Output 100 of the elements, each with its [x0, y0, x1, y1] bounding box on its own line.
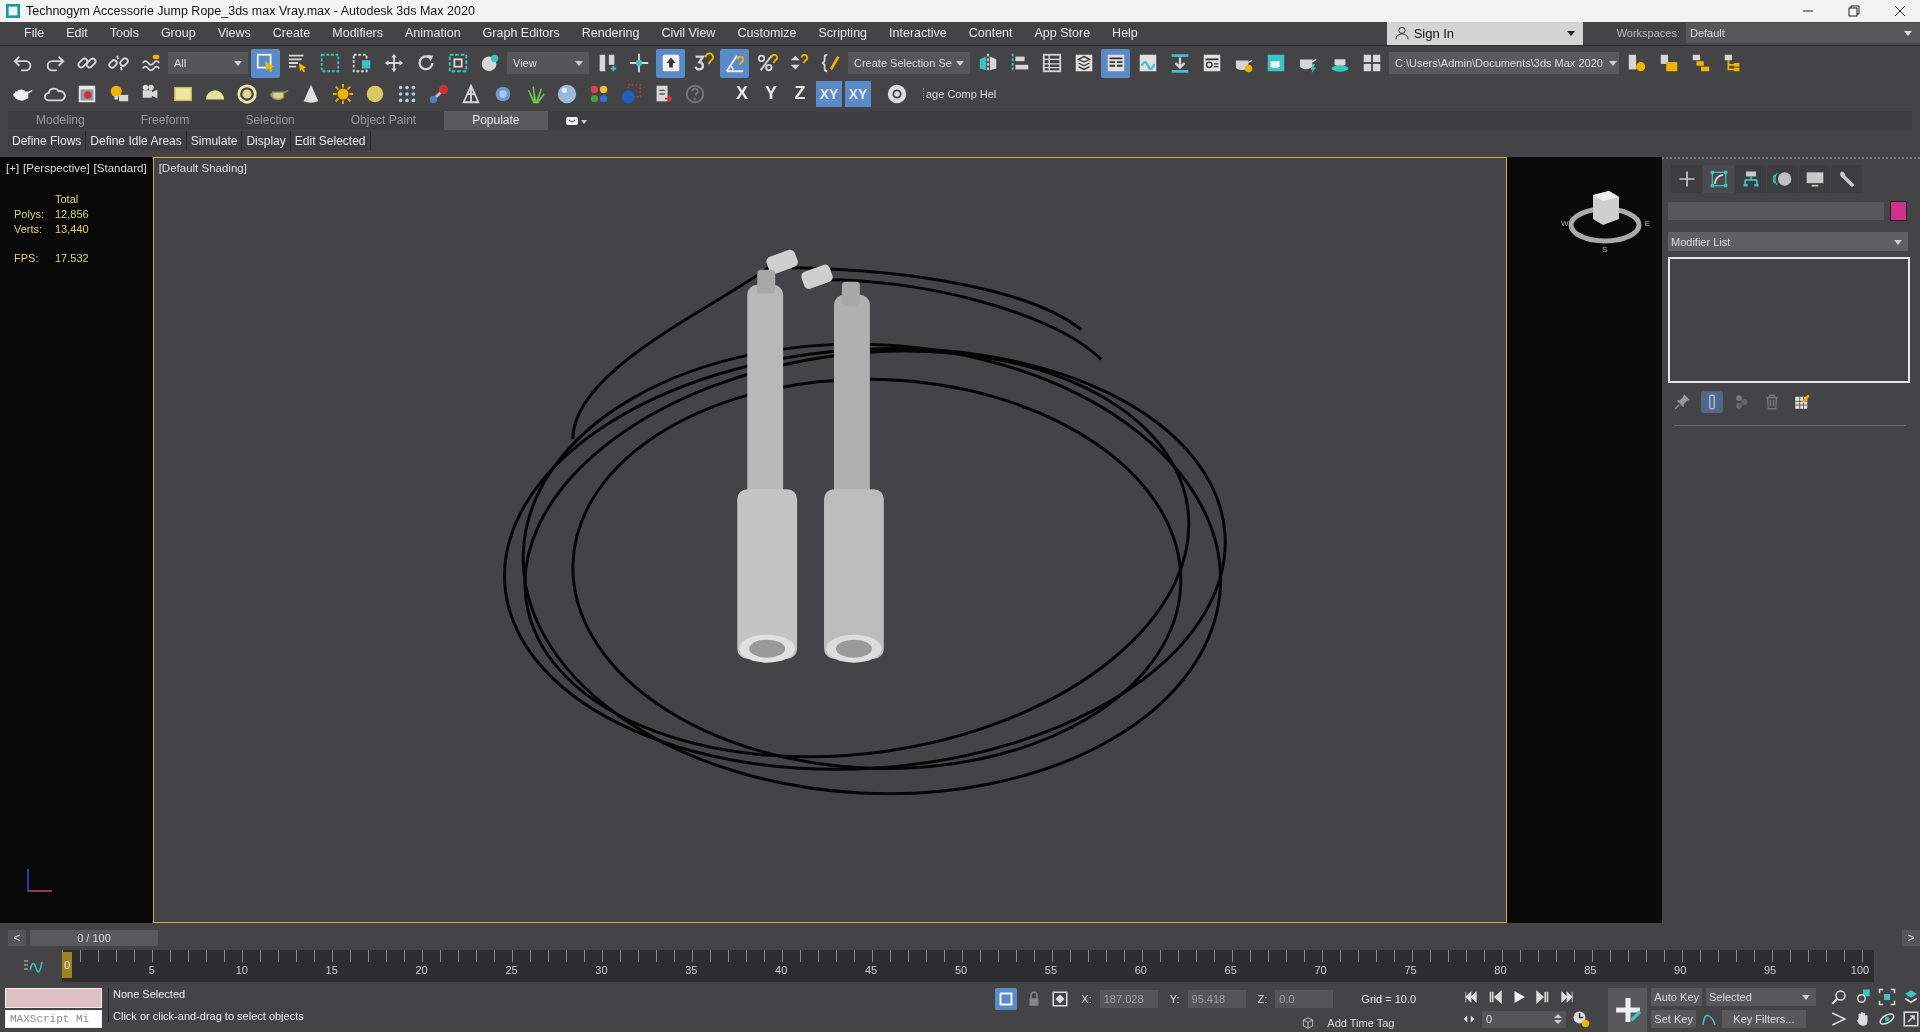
axis-button[interactable]: X: [729, 80, 755, 107]
ribbon-panel-button[interactable]: Define Idle Areas: [86, 131, 187, 152]
coord-label: X:: [1081, 993, 1092, 1005]
menu-item[interactable]: Edit: [55, 26, 99, 41]
window-title: Technogym Accessorie Jump Rope_3ds max Vray.max - Autodesk 3ds Max 2020: [26, 3, 475, 18]
previous-frame-button[interactable]: <: [8, 929, 26, 946]
menu-item[interactable]: Content: [957, 26, 1024, 41]
current-frame-marker: 0: [62, 952, 73, 978]
ribbon-tab[interactable]: Freeform: [112, 111, 218, 131]
ruler-label: 70: [1314, 964, 1327, 976]
key-mode-dropdown[interactable]: Selected: [1706, 988, 1816, 1006]
ruler-label: 85: [1584, 964, 1597, 976]
ruler-label: 95: [1763, 964, 1777, 976]
dropdown-value: All: [174, 57, 187, 70]
coord-dropdown[interactable]: View: [507, 52, 589, 75]
ruler-label: 15: [325, 964, 338, 976]
stats-header: Total: [55, 193, 80, 206]
axis-button[interactable]: Z: [787, 80, 813, 107]
ruler-label: 90: [1674, 964, 1687, 976]
frame-spinner[interactable]: 0: [1482, 1010, 1567, 1028]
key-mode-value: Selected: [1709, 991, 1752, 1003]
ribbon-panel-button[interactable]: Edit Selected: [290, 131, 371, 152]
ruler-label: 30: [595, 964, 608, 976]
ribbon-panel-button[interactable]: Simulate: [186, 131, 243, 152]
key-filters-button[interactable]: Key Filters...: [1721, 1010, 1806, 1028]
menu-item[interactable]: Help: [1101, 26, 1149, 41]
viewport-label[interactable]: [+]: [6, 162, 20, 175]
ruler-label: 80: [1494, 964, 1507, 976]
set-key-mode-button[interactable]: Set Key: [1651, 1010, 1696, 1028]
menu-item[interactable]: Graph Editors: [471, 26, 571, 41]
auto-key-button[interactable]: Auto Key: [1651, 988, 1702, 1006]
fps-value: 17.532: [55, 252, 89, 265]
toolbar-label[interactable]: age Comp Hel: [926, 87, 1006, 100]
maxscript-field[interactable]: MAXScript Mi: [5, 1010, 102, 1028]
ruler-label: 100: [1850, 964, 1870, 976]
filter-dropdown[interactable]: All: [168, 52, 248, 75]
ribbon-tab[interactable]: Object Paint: [322, 111, 445, 131]
viewport-label[interactable]: [Standard]: [93, 162, 147, 175]
menu-item[interactable]: Rendering: [570, 26, 651, 41]
menu-item[interactable]: Civil View: [650, 26, 727, 41]
ruler-label: 45: [864, 964, 878, 976]
ruler-label: 10: [235, 964, 248, 976]
menu-item[interactable]: Scripting: [807, 26, 879, 41]
stats-value: 12,856: [55, 208, 89, 221]
ruler-label: 50: [954, 964, 968, 976]
next-frame-button[interactable]: >: [1902, 929, 1920, 946]
compass-label: E: [1644, 219, 1650, 229]
ruler-label: 40: [775, 964, 788, 976]
viewport-label[interactable]: [Default Shading]: [158, 162, 247, 175]
menu-item[interactable]: Group: [149, 26, 207, 41]
ruler-label: 55: [1044, 964, 1057, 976]
menu-item[interactable]: Modifiers: [321, 26, 394, 41]
frame-value: 0: [1486, 1013, 1493, 1025]
ribbon-panel-button[interactable]: Display: [242, 131, 291, 152]
stats-value: 13,440: [55, 223, 89, 236]
ruler-label: 25: [505, 964, 518, 976]
timeline-ruler[interactable]: 0 5 10 15 20 25 30 35 40 45 50 55 60 65 70 75 80 85 90 95 100: [62, 950, 1874, 982]
stats-label: Polys:: [14, 208, 45, 221]
time-slider-thumb[interactable]: 0 / 100: [30, 929, 158, 946]
dropdown-value: Create Selection Se: [854, 57, 952, 70]
time-slider-track[interactable]: 0 / 100: [30, 929, 1898, 946]
add-time-tag-button[interactable]: Add Time Tag: [1327, 1017, 1395, 1029]
ruler-label: 60: [1134, 964, 1147, 976]
menu-item[interactable]: File: [13, 26, 56, 41]
project-path-dropdown[interactable]: C:\Users\Admin\Documents\3ds Max 2020: [1389, 52, 1619, 75]
ruler-label: 5: [148, 964, 155, 976]
workspace-value: Default: [1690, 27, 1725, 40]
dropdown-value: C:\Users\Admin\Documents\3ds Max 2020: [1395, 57, 1603, 70]
dropdown-value: View: [513, 57, 537, 70]
sign-in-label: Sign In: [1413, 25, 1455, 41]
modifier-list-label: Modifier List: [1671, 235, 1731, 248]
ruler-label: 35: [685, 964, 698, 976]
workspace-dropdown[interactable]: Default: [1686, 23, 1920, 44]
ribbon-tab[interactable]: Populate: [444, 111, 548, 131]
coord-label: Y:: [1169, 993, 1180, 1005]
coord-label: Z:: [1257, 993, 1268, 1005]
grid-size: Grid = 10.0: [1361, 993, 1417, 1005]
compass-label: S: [1602, 245, 1608, 255]
ruler-label: 75: [1404, 964, 1417, 976]
fps-label: FPS:: [14, 252, 40, 265]
viewport-label[interactable]: [Perspective]: [23, 162, 90, 175]
sign-in-button[interactable]: Sign In: [1386, 21, 1583, 45]
axis-button[interactable]: Y: [758, 80, 784, 107]
selection-status: None Selected: [113, 988, 186, 1000]
menu-item[interactable]: Views: [206, 26, 262, 41]
menu-item[interactable]: Create: [261, 26, 322, 41]
menu-item[interactable]: App Store: [1023, 26, 1102, 41]
ribbon-tab[interactable]: Modeling: [8, 111, 113, 131]
menu-item[interactable]: Tools: [98, 26, 150, 41]
compass-label: W: [1561, 219, 1569, 229]
selection-dropdown[interactable]: Create Selection Se: [848, 52, 970, 75]
ribbon-panel-button[interactable]: Define Flows: [8, 131, 87, 152]
prompt-text: Click or click-and-drag to select objects: [113, 1010, 304, 1022]
ruler-label: 65: [1224, 964, 1237, 976]
menu-item[interactable]: Customize: [726, 26, 808, 41]
ribbon-tab[interactable]: Selection: [217, 111, 323, 131]
modifier-list-dropdown[interactable]: Modifier List: [1668, 232, 1908, 252]
menu-item[interactable]: Interactive: [878, 26, 958, 41]
stats-label: Verts:: [14, 223, 44, 236]
menu-item[interactable]: Animation: [394, 26, 472, 41]
